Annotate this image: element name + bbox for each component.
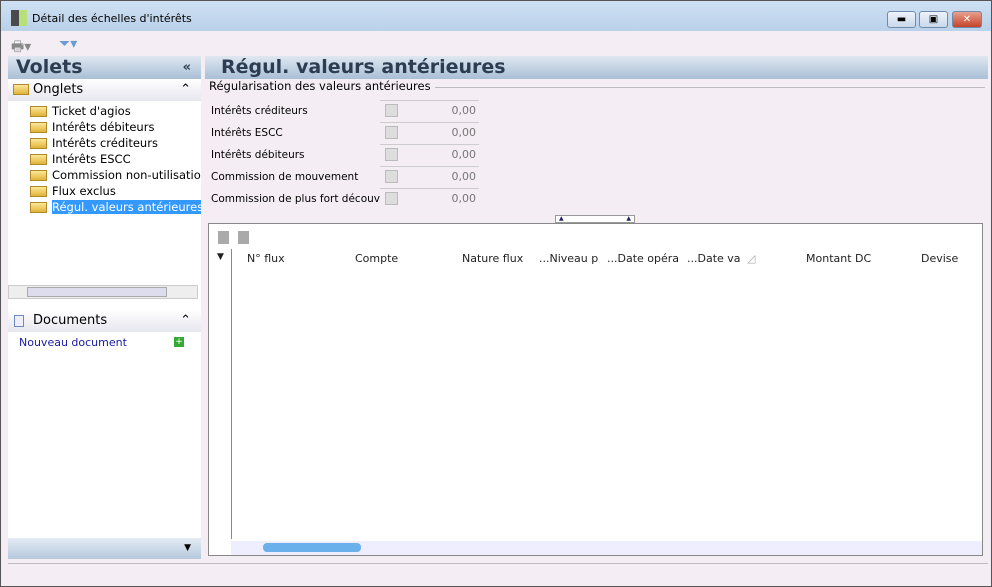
- sort-icon: ◿: [747, 252, 756, 265]
- column-chooser-icon[interactable]: ▼: [217, 252, 224, 262]
- tree-item[interactable]: Intérêts débiteurs: [30, 119, 154, 135]
- tree-item[interactable]: Ticket d'agios: [30, 103, 131, 119]
- section-documents[interactable]: Documents ⌃: [8, 310, 201, 332]
- item-label: Commission non-utilisation: [52, 168, 201, 182]
- checkbox[interactable]: [385, 170, 398, 183]
- folder-icon: [30, 186, 47, 197]
- toolbar: 🖶▾ ⏷▾: [1, 33, 991, 55]
- field-label: Commission de mouvement: [211, 171, 359, 183]
- tree-item[interactable]: Intérêts créditeurs: [30, 135, 158, 151]
- document-icon: [14, 315, 24, 327]
- tree-item[interactable]: Commission non-utilisation: [30, 167, 201, 183]
- panel-header: Volets «: [8, 56, 201, 79]
- app-icon: [11, 10, 27, 26]
- field-value[interactable]: 0,00: [380, 100, 479, 120]
- field-value[interactable]: 0,00: [380, 122, 479, 142]
- field-label: Intérêts ESCC: [211, 127, 283, 139]
- grid-horizontal-scrollbar[interactable]: [231, 541, 982, 555]
- delete-row-icon[interactable]: [238, 231, 249, 244]
- item-label: Intérêts débiteurs: [52, 120, 155, 134]
- filter-icon[interactable]: ⏷▾: [59, 36, 77, 52]
- item-label: Flux exclus: [52, 184, 116, 198]
- item-label: Ticket d'agios: [52, 104, 131, 118]
- data-grid: ▼ N° flux Compte Nature flux ...Niveau p…: [208, 223, 983, 556]
- column-header[interactable]: Montant DC: [806, 252, 871, 265]
- tree-item[interactable]: Intérêts ESCC: [30, 151, 131, 167]
- panel-title: Volets: [16, 56, 83, 78]
- new-document-link[interactable]: Nouveau document: [19, 336, 127, 349]
- folder-open-icon: [30, 202, 47, 213]
- splitter-handle[interactable]: ▲ ▲: [555, 215, 635, 223]
- maximize-button[interactable]: ▣: [919, 11, 948, 28]
- new-row-icon[interactable]: [218, 231, 229, 244]
- field-value[interactable]: 0,00: [380, 144, 479, 164]
- folder-icon: [30, 154, 47, 165]
- value: 0,00: [451, 192, 477, 205]
- column-header[interactable]: Nature flux: [462, 252, 523, 265]
- value: 0,00: [451, 104, 477, 117]
- checkbox[interactable]: [385, 148, 398, 161]
- chevron-up-icon[interactable]: ⌃: [180, 310, 191, 332]
- section-label: Onglets: [33, 82, 84, 97]
- checkbox[interactable]: [385, 126, 398, 139]
- main-panel: Régul. valeurs antérieures Régularisatio…: [205, 56, 988, 559]
- chevron-up-icon[interactable]: ⌃: [180, 79, 191, 101]
- value: 0,00: [451, 170, 477, 183]
- folder-icon: [13, 84, 29, 95]
- item-label: Régul. valeurs antérieures: [52, 200, 201, 214]
- add-icon[interactable]: +: [174, 337, 184, 347]
- item-label: Intérêts ESCC: [52, 152, 131, 166]
- window: Détail des échelles d'intérêts ▬ ▣ ✕ 🖶▾ …: [0, 0, 992, 587]
- minimize-button[interactable]: ▬: [887, 11, 916, 28]
- column-header[interactable]: ...Date va: [687, 252, 741, 265]
- field-label: Intérêts créditeurs: [211, 105, 308, 117]
- section-onglets[interactable]: Onglets ⌃: [8, 79, 201, 101]
- field-label: Intérêts débiteurs: [211, 149, 305, 161]
- folder-icon: [30, 138, 47, 149]
- window-title: Détail des échelles d'intérêts: [32, 12, 192, 25]
- column-header[interactable]: Devise: [921, 252, 958, 265]
- value: 0,00: [451, 148, 477, 161]
- status-bar: [8, 563, 988, 581]
- field-value[interactable]: 0,00: [380, 166, 479, 186]
- panel-expand-button[interactable]: ▼: [8, 538, 201, 559]
- field-label: Commission de plus fort découvert: [211, 193, 395, 205]
- horizontal-scrollbar[interactable]: [8, 285, 198, 299]
- checkbox[interactable]: [385, 104, 398, 117]
- group-title: Régularisation des valeurs antérieures: [209, 79, 431, 93]
- field-value[interactable]: 0,00: [380, 188, 479, 208]
- checkbox[interactable]: [385, 192, 398, 205]
- folder-icon: [30, 106, 47, 117]
- collapse-icon[interactable]: «: [183, 56, 191, 79]
- value: 0,00: [451, 126, 477, 139]
- column-header[interactable]: ...Date opéra: [607, 252, 679, 265]
- folder-icon: [30, 122, 47, 133]
- page-title: Régul. valeurs antérieures: [205, 56, 988, 79]
- close-button[interactable]: ✕: [952, 11, 982, 28]
- column-header[interactable]: ...Niveau p: [539, 252, 598, 265]
- section-label: Documents: [33, 313, 108, 328]
- folder-icon: [30, 170, 47, 181]
- title-bar: Détail des échelles d'intérêts ▬ ▣ ✕: [1, 1, 991, 31]
- item-label: Intérêts créditeurs: [52, 136, 158, 150]
- column-header[interactable]: Compte: [355, 252, 398, 265]
- column-header[interactable]: N° flux: [247, 252, 285, 265]
- side-panel: Volets « Onglets ⌃ Ticket d'agios Intérêts…: [8, 56, 201, 559]
- tree-item[interactable]: Flux exclus: [30, 183, 116, 199]
- tree-item-selected[interactable]: Régul. valeurs antérieures: [30, 199, 201, 215]
